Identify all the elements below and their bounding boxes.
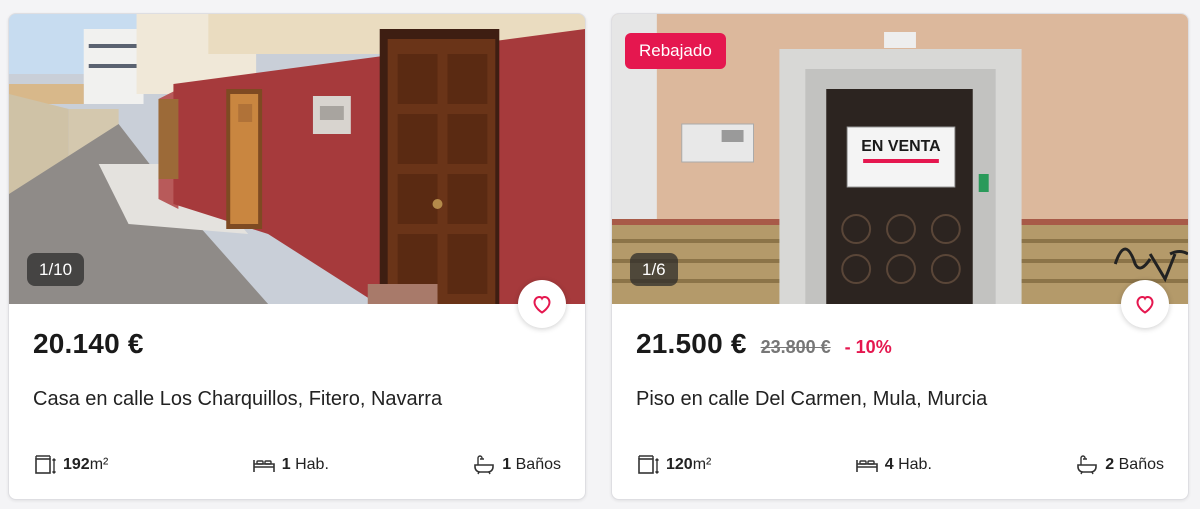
baths-unit: Baños xyxy=(1118,456,1164,473)
bathtub-icon xyxy=(1077,455,1098,475)
heart-icon xyxy=(1136,295,1154,314)
listing-card[interactable]: EN VENTA Rebajado 1/6 21.500 € 23.800 € … xyxy=(611,13,1189,500)
feature-baths: 2 Baños xyxy=(1075,453,1164,477)
listing-card[interactable]: 1/10 20.140 € Casa en calle Los Charquil… xyxy=(8,13,586,500)
feature-baths: 1 Baños xyxy=(472,453,561,477)
area-icon xyxy=(35,455,56,474)
listing-photo[interactable] xyxy=(9,14,585,304)
house-photo-image xyxy=(9,14,585,304)
price: 20.140 € xyxy=(33,328,144,359)
rooms-unit: Hab. xyxy=(898,456,932,473)
feature-area: 120m² xyxy=(636,453,711,477)
listing-features: 120m² 4 Hab. 2 Baños xyxy=(636,452,1164,478)
heart-icon xyxy=(533,295,551,314)
area-icon xyxy=(638,455,659,474)
baths-value: 2 xyxy=(1105,456,1115,473)
rooms-unit: Hab. xyxy=(295,456,329,473)
old-price: 23.800 € xyxy=(760,337,831,357)
area-unit: m² xyxy=(692,456,712,473)
area-unit: m² xyxy=(89,456,109,473)
discount-badge: Rebajado xyxy=(625,33,726,69)
price-row: 21.500 € 23.800 € - 10% xyxy=(636,328,892,360)
baths-value: 1 xyxy=(502,456,512,473)
bathtub-icon xyxy=(474,455,495,475)
listings-grid: 1/10 20.140 € Casa en calle Los Charquil… xyxy=(0,0,1200,509)
discount-percent: - 10% xyxy=(844,337,892,357)
sign-text: EN VENTA xyxy=(861,138,941,155)
area-value: 120 xyxy=(666,456,693,473)
price-row: 20.140 € xyxy=(33,328,144,360)
image-counter: 1/6 xyxy=(630,253,678,286)
bed-icon xyxy=(855,460,878,472)
area-value: 192 xyxy=(63,456,90,473)
listing-title[interactable]: Piso en calle Del Carmen, Mula, Murcia xyxy=(636,388,987,411)
feature-rooms: 1 Hab. xyxy=(252,453,329,477)
rooms-value: 1 xyxy=(281,456,291,473)
listing-features: 192m² 1 Hab. 1 Baños xyxy=(33,452,561,478)
listing-title[interactable]: Casa en calle Los Charquillos, Fitero, N… xyxy=(33,388,442,411)
favorite-button[interactable] xyxy=(1121,280,1169,328)
baths-unit: Baños xyxy=(515,456,561,473)
rooms-value: 4 xyxy=(884,456,894,473)
favorite-button[interactable] xyxy=(518,280,566,328)
feature-area: 192m² xyxy=(33,453,108,477)
bed-icon xyxy=(252,460,275,472)
price: 21.500 € xyxy=(636,328,747,359)
feature-rooms: 4 Hab. xyxy=(855,453,932,477)
image-counter: 1/10 xyxy=(27,253,85,286)
